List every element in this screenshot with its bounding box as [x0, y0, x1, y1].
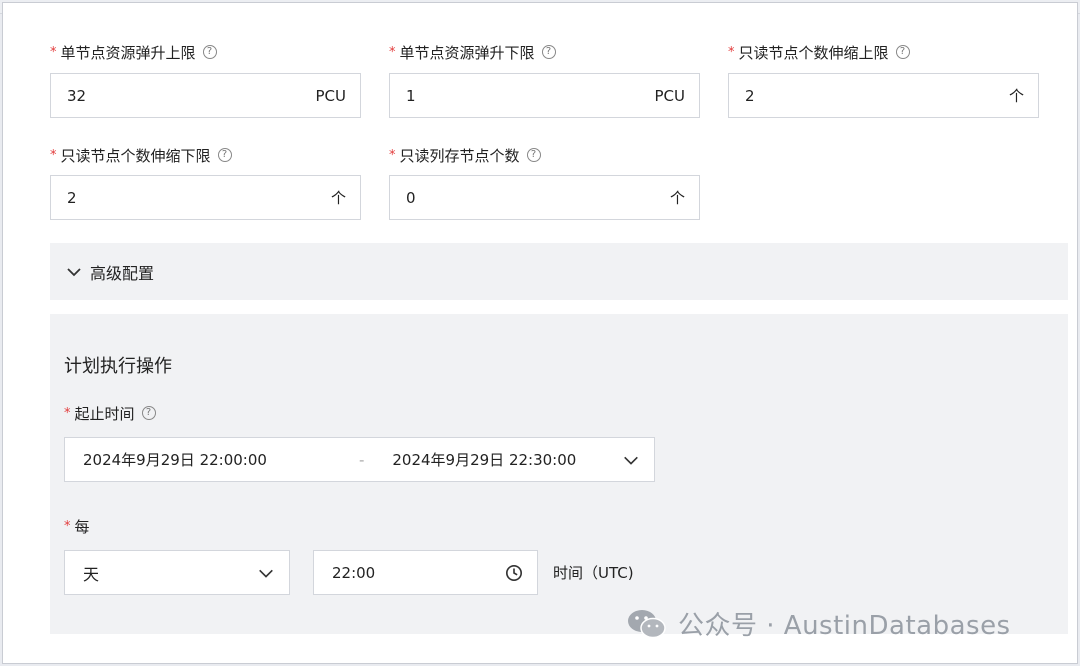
help-icon[interactable]: ? [541, 45, 556, 59]
required-mark: * [50, 147, 57, 163]
help-icon[interactable]: ? [141, 406, 156, 420]
unit-suffix: 个 [1008, 87, 1024, 105]
chevron-down-icon [67, 267, 81, 276]
help-icon[interactable]: ? [526, 148, 541, 162]
unit-suffix: PCU [315, 86, 347, 105]
label-every: * 每 [64, 517, 90, 536]
label-period: * 起止时间 ? [64, 403, 156, 423]
help-icon[interactable]: ? [217, 148, 232, 162]
schedule-title: 计划执行操作 [64, 356, 172, 377]
required-mark: * [64, 405, 71, 421]
required-mark: * [728, 44, 735, 60]
date-range-picker[interactable]: 2024年9月29日 22:00:00 - 2024年9月29日 22:30:0… [64, 437, 655, 482]
label-max-node-scale-up: * 单节点资源弹升上限 ? [50, 42, 217, 62]
label-readonly-max: * 只读节点个数伸缩上限 ? [728, 42, 910, 62]
time-picker[interactable]: 22:00 [313, 550, 538, 595]
required-mark: * [389, 44, 396, 60]
unit-suffix: 个 [669, 189, 685, 207]
readonly-max-input[interactable]: 2 个 [728, 73, 1039, 118]
frequency-select[interactable]: 天 [64, 550, 290, 595]
chevron-down-icon [259, 569, 273, 578]
help-icon[interactable]: ? [202, 45, 217, 59]
range-start: 2024年9月29日 22:00:00 [83, 451, 267, 469]
unit-suffix: 个 [330, 189, 346, 207]
watermark: 公众号 · AustinDatabases [626, 605, 1011, 642]
readonly-min-input[interactable]: 2 个 [50, 175, 361, 220]
required-mark: * [50, 44, 57, 60]
unit-suffix: PCU [654, 86, 686, 105]
required-mark: * [389, 147, 396, 163]
watermark-text: 公众号 · AustinDatabases [678, 611, 1011, 641]
chevron-down-icon [624, 456, 638, 465]
advanced-settings-label: 高级配置 [90, 263, 155, 283]
label-readonly-min: * 只读节点个数伸缩下限 ? [50, 145, 232, 165]
label-min-node-scale-up: * 单节点资源弹升下限 ? [389, 42, 556, 62]
label-column-store-nodes: * 只读列存节点个数 ? [389, 145, 541, 165]
column-store-input[interactable]: 0 个 [389, 175, 700, 220]
range-separator: - [358, 450, 365, 469]
advanced-settings-toggle[interactable]: 高级配置 [50, 243, 1068, 300]
min-pcu-input[interactable]: 1 PCU [389, 73, 700, 118]
wechat-icon [628, 609, 666, 638]
range-end: 2024年9月29日 22:30:00 [392, 451, 577, 469]
max-pcu-input[interactable]: 32 PCU [50, 73, 361, 118]
help-icon[interactable]: ? [895, 45, 910, 59]
required-mark: * [64, 518, 71, 534]
clock-icon [505, 564, 523, 581]
timezone-label: 时间（UTC) [553, 564, 634, 582]
